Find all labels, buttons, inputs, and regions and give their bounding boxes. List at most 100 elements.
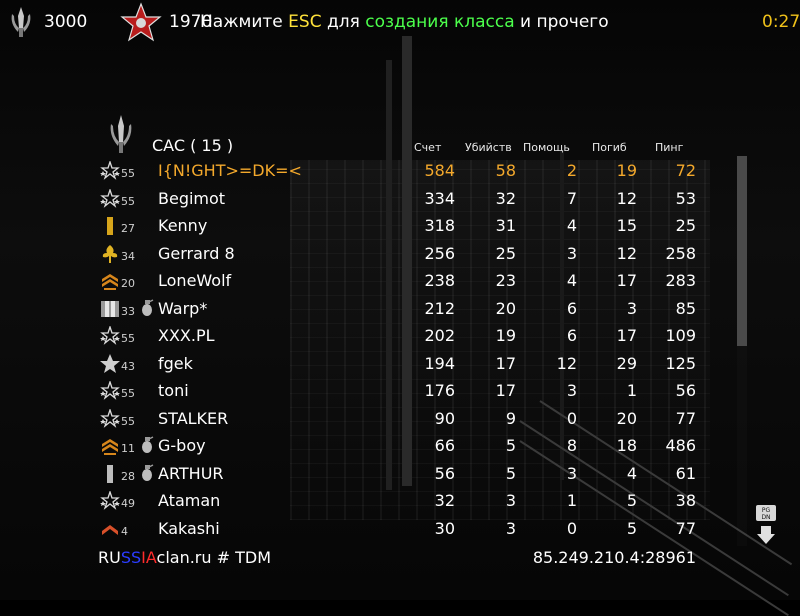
player-assists: 12	[556, 353, 577, 373]
player-deaths: 15	[616, 216, 637, 235]
player-ping: 283	[665, 271, 696, 290]
player-name: LoneWolf	[158, 271, 232, 290]
col-header-ping: Пинг	[655, 141, 684, 154]
grenade-icon	[140, 463, 154, 482]
star-rank-icon	[99, 379, 121, 401]
team-score: 3000	[44, 12, 88, 32]
player-assists: 2	[566, 161, 577, 180]
player-row[interactable]: 55 Begimot 334 32 7 12 53	[0, 186, 800, 213]
team-label: CAC ( 15 )	[152, 136, 234, 155]
player-score: 584	[424, 161, 455, 180]
player-row[interactable]: 55 toni 176 17 3 1 56	[0, 378, 800, 405]
player-deaths: 17	[616, 271, 637, 290]
player-name: ARTHUR	[158, 463, 224, 483]
player-ping: 53	[675, 188, 696, 208]
player-assists: 4	[566, 216, 577, 235]
player-assists: 6	[566, 326, 577, 345]
star-rank-icon	[99, 187, 121, 209]
player-deaths: 4	[626, 463, 637, 483]
server-name-ia: IA	[141, 548, 157, 567]
player-ping: 61	[675, 463, 696, 483]
player-assists: 3	[566, 381, 577, 400]
player-name: Kenny	[158, 216, 208, 235]
player-ping: 125	[665, 353, 696, 373]
knife-emblem-icon	[11, 7, 31, 37]
player-deaths: 5	[626, 518, 637, 538]
rank-level: 55	[121, 387, 135, 400]
pgdn-label-bottom: DN	[761, 514, 770, 521]
top-hud: 3000 1970 Нажмите ESC для создания класс…	[0, 0, 800, 44]
col-header-kills: Убийств	[465, 141, 512, 154]
player-name: Warp*	[158, 298, 208, 318]
rank-level: 33	[121, 304, 135, 318]
player-score: 176	[424, 381, 455, 400]
player-assists: 0	[566, 518, 577, 538]
team-emblem-icon	[110, 115, 132, 153]
player-kills: 31	[495, 216, 516, 235]
player-ping: 77	[675, 408, 696, 428]
player-name: fgek	[158, 353, 193, 373]
player-assists: 3	[566, 463, 577, 483]
player-ping: 25	[675, 216, 696, 235]
rank-level: 34	[121, 249, 135, 263]
silver-star-rank-icon	[99, 353, 121, 374]
player-score: 238	[424, 271, 455, 290]
player-deaths: 12	[616, 188, 637, 208]
player-score: 30	[434, 518, 455, 538]
player-deaths: 1	[626, 381, 637, 400]
col-header-deaths: Погиб	[592, 141, 627, 154]
col-header-assists: Помощь	[523, 141, 570, 154]
player-row[interactable]: 20 LoneWolf 238 23 4 17 283	[0, 268, 800, 295]
sergeant-chevron-rank-icon	[99, 436, 121, 456]
player-name: G-boy	[158, 436, 206, 455]
player-score: 32	[434, 491, 455, 510]
player-row[interactable]: 11 G-boy 66 5 8 18 486	[0, 433, 800, 460]
player-kills: 17	[495, 353, 516, 373]
star-rank-icon	[99, 324, 121, 346]
player-kills: 25	[495, 243, 516, 263]
player-score: 256	[424, 243, 455, 263]
player-name: Kakashi	[158, 518, 220, 538]
player-ping: 77	[675, 518, 696, 538]
server-name-ru: RU	[98, 548, 121, 567]
player-row[interactable]: 55 I{N!GHT>=DK=< 584 58 2 19 72	[0, 158, 800, 185]
player-ping: 109	[665, 326, 696, 345]
player-score: 194	[424, 353, 455, 373]
player-kills: 17	[495, 381, 516, 400]
player-score: 202	[424, 326, 455, 345]
player-deaths: 5	[626, 491, 637, 510]
player-deaths: 17	[616, 326, 637, 345]
player-ping: 258	[665, 243, 696, 263]
player-row[interactable]: 55 STALKER 90 9 0 20 77	[0, 406, 800, 433]
player-row[interactable]: 27 Kenny 318 31 4 15 25	[0, 213, 800, 240]
grenade-icon	[140, 298, 154, 317]
player-deaths: 20	[616, 408, 637, 428]
player-row[interactable]: 43 fgek 194 17 12 29 125	[0, 351, 800, 378]
server-name-ss: SS	[120, 548, 142, 567]
player-row[interactable]: 34 Gerrard 8 256 25 3 12 258	[0, 241, 800, 268]
star-rank-icon	[99, 407, 121, 429]
player-row[interactable]: 55 XXX.PL 202 19 6 17 109	[0, 323, 800, 350]
player-row[interactable]: 33 Warp* 212 20 6 3 85	[0, 296, 800, 323]
player-assists: 4	[566, 271, 577, 290]
player-name: I{N!GHT>=DK=<	[158, 161, 302, 180]
player-kills: 3	[505, 518, 516, 538]
pgdn-label-top: PG	[762, 507, 771, 514]
player-ping: 486	[665, 436, 696, 455]
star-rank-icon	[99, 159, 121, 181]
player-kills: 3	[505, 491, 516, 510]
server-name: RUSSIAclan.ru # TDM	[98, 548, 271, 567]
player-row[interactable]: 4 Kakashi 30 3 0 5 77	[0, 516, 800, 543]
player-deaths: 18	[616, 436, 637, 455]
player-row[interactable]: 49 Ataman 32 3 1 5 38	[0, 488, 800, 515]
player-row[interactable]: 28 ARTHUR 56 5 3 4 61	[0, 461, 800, 488]
player-assists: 1	[566, 491, 577, 510]
rank-level: 55	[121, 332, 135, 345]
player-name: Ataman	[158, 491, 221, 510]
star-rank-icon	[99, 489, 121, 511]
player-score: 90	[434, 408, 455, 428]
player-name: toni	[158, 381, 189, 400]
red-star-icon	[120, 2, 162, 42]
pgdn-arrow-icon[interactable]: PG DN	[755, 504, 777, 546]
player-kills: 5	[505, 463, 516, 483]
